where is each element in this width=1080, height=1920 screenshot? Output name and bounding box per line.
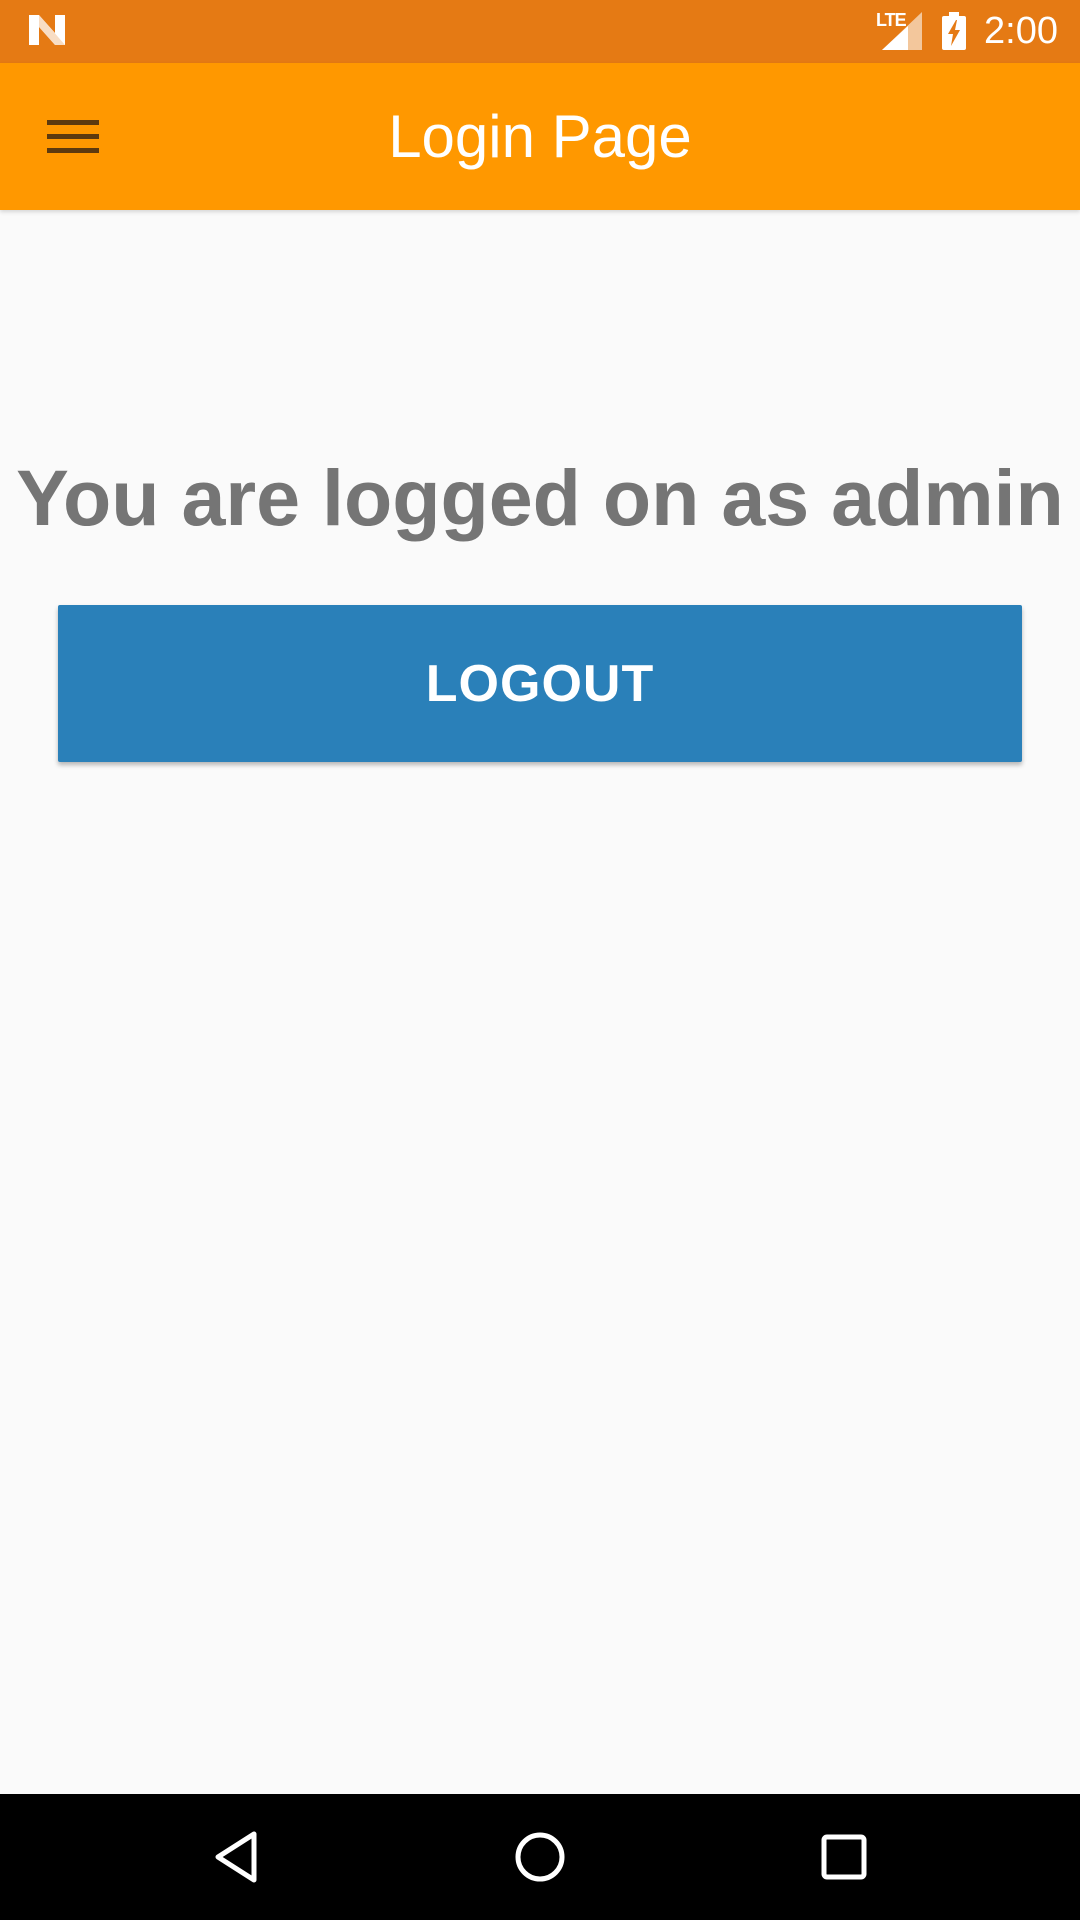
- status-bar: LTE 2:00: [0, 0, 1080, 63]
- page-title: Login Page: [388, 103, 692, 170]
- logout-button[interactable]: LOGOUT: [58, 605, 1022, 762]
- android-n-icon: [29, 15, 65, 45]
- back-button[interactable]: [196, 1817, 276, 1897]
- back-icon: [215, 1831, 257, 1883]
- lte-signal-icon: [882, 12, 922, 50]
- home-button[interactable]: [500, 1817, 580, 1897]
- recents-button[interactable]: [804, 1817, 884, 1897]
- recents-icon: [821, 1834, 867, 1880]
- home-icon: [515, 1832, 565, 1882]
- logged-in-message: You are logged on as admin: [16, 453, 1064, 542]
- clock: 2:00: [984, 10, 1058, 52]
- app-bar: Login Page: [0, 63, 1080, 210]
- battery-charging-icon: [942, 12, 966, 50]
- navigation-bar: [0, 1794, 1080, 1920]
- hamburger-menu-icon: [47, 120, 99, 153]
- menu-button[interactable]: [34, 109, 112, 165]
- screen: LTE 2:00 Login Page You are logged on as…: [0, 0, 1080, 1920]
